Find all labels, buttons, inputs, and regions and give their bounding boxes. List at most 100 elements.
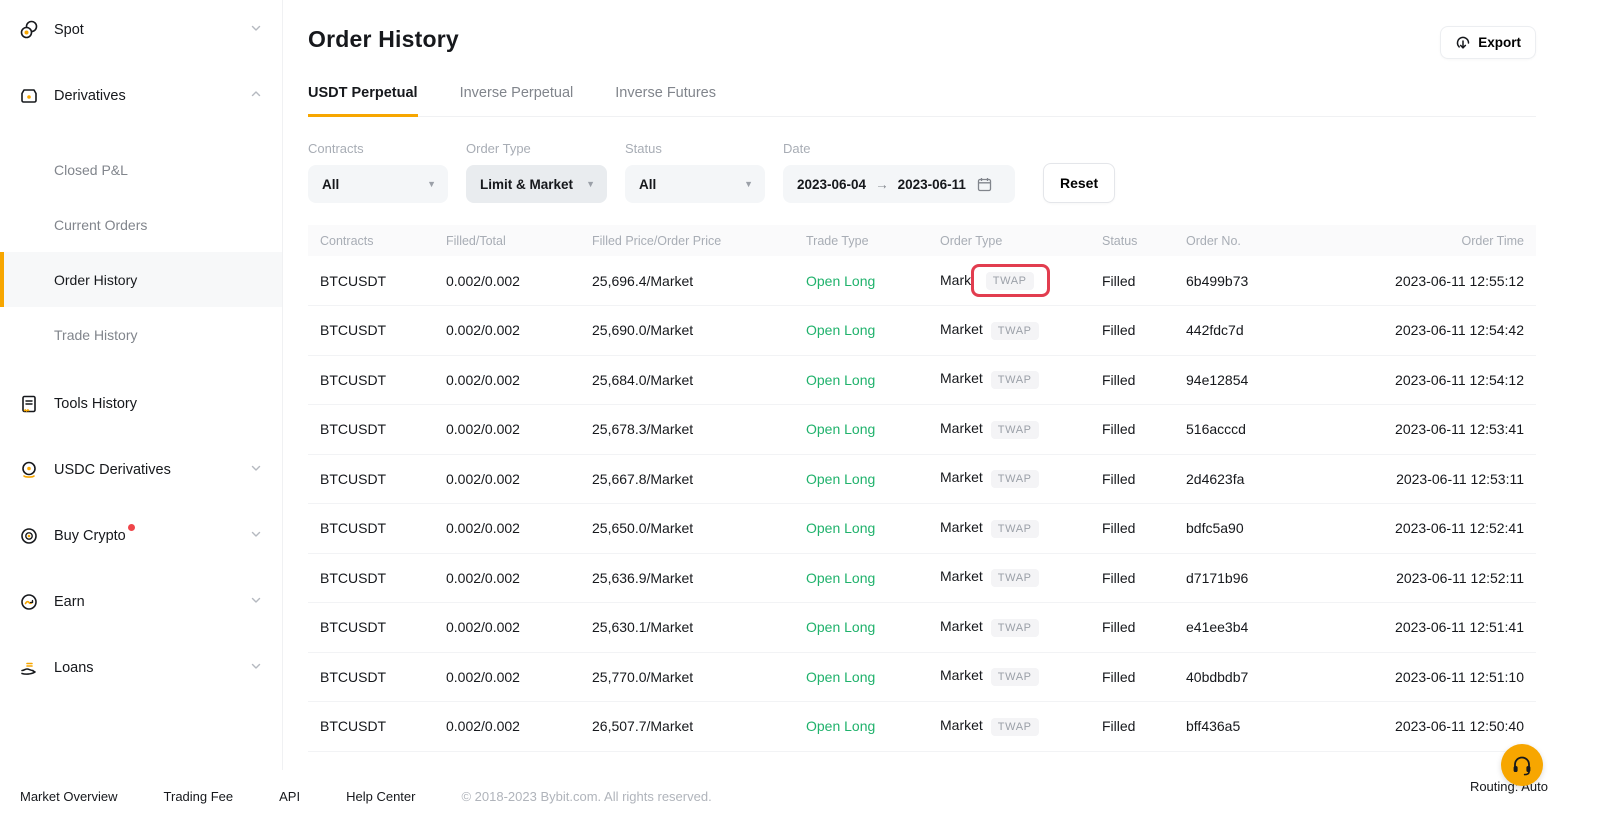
tools-history-icon	[18, 393, 40, 415]
cell-filled-price: 25,684.0/Market	[580, 355, 794, 405]
twap-badge: TWAP	[991, 619, 1039, 637]
export-label: Export	[1478, 35, 1521, 50]
twap-badge: TWAP	[991, 668, 1039, 686]
table-row: BTCUSDT0.002/0.00226,507.7/MarketOpen Lo…	[308, 702, 1536, 752]
cell-order-type: Market TWAP	[928, 603, 1090, 653]
cell-trade-type: Open Long	[794, 553, 928, 603]
cell-status: Filled	[1090, 702, 1174, 752]
cell-order-time: 2023-06-11 12:52:11	[1344, 553, 1536, 603]
filter-status: Status All ▼	[625, 141, 765, 203]
column-header-contracts: Contracts	[308, 225, 434, 256]
cell-trade-type: Open Long	[794, 256, 928, 306]
cell-contracts: BTCUSDT	[308, 652, 434, 702]
date-range-picker[interactable]: 2023-06-04 → 2023-06-11	[783, 165, 1015, 203]
support-button[interactable]	[1501, 744, 1543, 786]
sidebar-subitem-label: Current Orders	[54, 217, 147, 233]
cell-trade-type: Open Long	[794, 702, 928, 752]
cell-filled-price: 25,636.9/Market	[580, 553, 794, 603]
sidebar-nav: Spot Derivatives Closed P&L Current Orders O…	[0, 0, 283, 770]
table-row: BTCUSDT0.002/0.00225,636.9/MarketOpen Lo…	[308, 553, 1536, 603]
date-start: 2023-06-04	[797, 177, 866, 192]
filter-status-label: Status	[625, 141, 765, 156]
twap-badge: TWAP	[991, 520, 1039, 538]
contracts-dropdown[interactable]: All ▼	[308, 165, 448, 203]
sidebar-subitem-current-orders[interactable]: Current Orders	[0, 197, 282, 252]
annotation-highlight-box: TWAP	[971, 264, 1050, 297]
cell-status: Filled	[1090, 306, 1174, 356]
order-type-dropdown[interactable]: Limit & Market ▼	[466, 165, 607, 203]
footer-link-market-overview[interactable]: Market Overview	[20, 789, 118, 804]
export-button[interactable]: Export	[1440, 26, 1536, 59]
cell-filled-total: 0.002/0.002	[434, 553, 580, 603]
cell-filled-price: 25,630.1/Market	[580, 603, 794, 653]
cell-filled-total: 0.002/0.002	[434, 355, 580, 405]
cell-order-time: 2023-06-11 12:50:40	[1344, 702, 1536, 752]
cell-filled-total: 0.002/0.002	[434, 504, 580, 554]
cell-status: Filled	[1090, 553, 1174, 603]
reset-button[interactable]: Reset	[1043, 163, 1115, 203]
cell-status: Filled	[1090, 504, 1174, 554]
sidebar-subitem-closed-p-l[interactable]: Closed P&L	[0, 142, 282, 197]
cell-status: Filled	[1090, 256, 1174, 306]
page-footer: Market Overview Trading Fee API Help Center…	[20, 789, 712, 804]
column-header-status: Status	[1090, 225, 1174, 256]
cell-order-no: 442fdc7d	[1174, 306, 1344, 356]
arrow-right-icon: →	[875, 177, 889, 192]
notification-dot	[128, 524, 135, 531]
order-type-text: Market	[940, 618, 983, 634]
cell-trade-type: Open Long	[794, 355, 928, 405]
headset-icon	[1510, 753, 1534, 777]
status-dropdown-value: All	[639, 177, 656, 192]
usdc-derivatives-icon	[18, 459, 40, 481]
cell-order-type: MarketTWAP	[928, 454, 1090, 504]
tab-inverse-perpetual[interactable]: Inverse Perpetual	[460, 85, 574, 116]
cell-order-type: MarketTWAP	[928, 553, 1090, 603]
sidebar-item-derivatives[interactable]: Derivatives	[0, 76, 282, 116]
order-type-text: Market	[940, 370, 983, 386]
tab-usdt-perpetual[interactable]: USDT Perpetual	[308, 85, 418, 117]
cell-filled-total: 0.002/0.002	[434, 454, 580, 504]
cell-contracts: BTCUSDT	[308, 603, 434, 653]
derivatives-subnav: Closed P&L Current Orders Order HistoryTra…	[0, 142, 282, 362]
tab-inverse-futures[interactable]: Inverse Futures	[615, 85, 716, 116]
cell-status: Filled	[1090, 405, 1174, 455]
contracts-dropdown-value: All	[322, 177, 339, 192]
chevron-down-icon	[250, 527, 262, 545]
cell-filled-price: 25,770.0/Market	[580, 652, 794, 702]
footer-link-api[interactable]: API	[279, 789, 300, 804]
filter-contracts-label: Contracts	[308, 141, 448, 156]
sidebar-item-loans[interactable]: Loans	[0, 648, 282, 688]
copyright-text: © 2018-2023 Bybit.com. All rights reserv…	[461, 789, 711, 804]
status-dropdown[interactable]: All ▼	[625, 165, 765, 203]
cell-order-type: MarketTWAP	[928, 306, 1090, 356]
cell-order-type: MarketTWAP	[928, 405, 1090, 455]
cell-order-type: MarketTWAP	[928, 256, 1090, 306]
sidebar-item-spot[interactable]: Spot	[0, 10, 282, 50]
cell-trade-type: Open Long	[794, 652, 928, 702]
cell-trade-type: Open Long	[794, 306, 928, 356]
cell-filled-price: 25,696.4/Market	[580, 256, 794, 306]
cell-order-type: MarketTWAP	[928, 702, 1090, 752]
sidebar-item-earn[interactable]: Earn	[0, 582, 282, 622]
chevron-down-icon: ▼	[427, 179, 436, 189]
main-content: Order History Export USDT PerpetualInver…	[308, 0, 1536, 752]
cell-filled-price: 25,650.0/Market	[580, 504, 794, 554]
sidebar-subitem-trade-history[interactable]: Trade History	[0, 307, 282, 362]
order-type-text: Market	[940, 321, 983, 337]
cell-order-no: d7171b96	[1174, 553, 1344, 603]
sidebar-item-usdc-derivatives[interactable]: USDC Derivatives	[0, 450, 282, 490]
sidebar-item-tools-history[interactable]: Tools History	[0, 384, 282, 424]
cell-order-no: bdfc5a90	[1174, 504, 1344, 554]
cell-order-time: 2023-06-11 12:55:12	[1344, 256, 1536, 306]
cell-order-no: e41ee3b4	[1174, 603, 1344, 653]
footer-link-help-center[interactable]: Help Center	[346, 789, 415, 804]
footer-link-trading-fee[interactable]: Trading Fee	[164, 789, 234, 804]
twap-badge: TWAP	[991, 569, 1039, 587]
sidebar-item-buy-crypto[interactable]: Buy Crypto	[0, 516, 282, 556]
cell-order-no: 6b499b73	[1174, 256, 1344, 306]
cell-order-time: 2023-06-11 12:51:41	[1344, 603, 1536, 653]
order-type-text: Market	[940, 469, 983, 485]
table-header: ContractsFilled/TotalFilled Price/Order …	[308, 225, 1536, 256]
sidebar-subitem-order-history[interactable]: Order History	[0, 252, 282, 307]
cell-filled-total: 0.002/0.002	[434, 306, 580, 356]
